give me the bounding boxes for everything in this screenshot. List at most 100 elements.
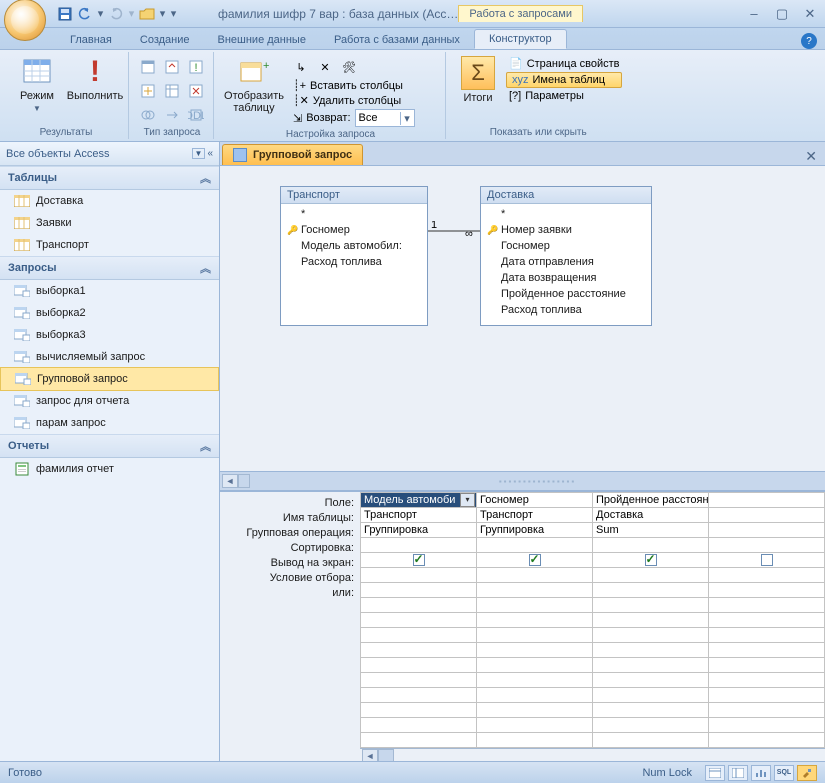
- collapse-pane-icon[interactable]: «: [207, 148, 213, 159]
- nav-item[interactable]: Доставка: [0, 190, 219, 212]
- grid-cell-empty[interactable]: [477, 598, 593, 613]
- grid-cell-totals[interactable]: Группировка: [361, 523, 477, 538]
- table-field[interactable]: Госномер: [487, 239, 645, 255]
- table-field[interactable]: 🔑Госномер: [287, 223, 421, 239]
- nav-item[interactable]: фамилия отчет: [0, 458, 219, 480]
- grid-cell-empty[interactable]: [361, 628, 477, 643]
- nav-section-header[interactable]: Запросы︽: [0, 256, 219, 280]
- scrollbar-thumb[interactable]: [238, 474, 250, 488]
- grid-table[interactable]: Модель автомобиГосномерПройденное рассто…: [360, 492, 825, 748]
- builder-icon[interactable]: 🛠: [338, 56, 360, 78]
- grid-cell-sort[interactable]: [709, 538, 825, 553]
- grid-cell-totals[interactable]: Sum: [593, 523, 709, 538]
- grid-cell-totals[interactable]: [709, 523, 825, 538]
- totals-button[interactable]: Σ Итоги: [454, 54, 502, 104]
- show-table-button[interactable]: + Отобразить таблицу: [222, 54, 286, 114]
- grid-cell-empty[interactable]: [709, 688, 825, 703]
- append-query-icon[interactable]: !: [185, 56, 207, 78]
- grid-cell-empty[interactable]: [593, 673, 709, 688]
- grid-cell-criteria[interactable]: [477, 568, 593, 583]
- redo-icon[interactable]: [107, 5, 125, 23]
- grid-cell-empty[interactable]: [593, 628, 709, 643]
- grid-cell-empty[interactable]: [477, 673, 593, 688]
- make-table-query-icon[interactable]: [161, 56, 183, 78]
- grid-cell-show[interactable]: [709, 553, 825, 568]
- table-transport[interactable]: Транспорт *🔑ГосномерМодель автомобил:Рас…: [280, 186, 428, 326]
- select-query-icon[interactable]: [137, 56, 159, 78]
- table-field[interactable]: Расход топлива: [287, 255, 421, 271]
- nav-item[interactable]: выборка1: [0, 280, 219, 302]
- grid-cell-totals[interactable]: Группировка: [477, 523, 593, 538]
- grid-cell-empty[interactable]: [361, 658, 477, 673]
- grid-cell-show[interactable]: [593, 553, 709, 568]
- grid-cell-empty[interactable]: [361, 688, 477, 703]
- show-checkbox[interactable]: [761, 554, 773, 566]
- grid-cell-empty[interactable]: [593, 598, 709, 613]
- grid-cell-empty[interactable]: [593, 658, 709, 673]
- help-button[interactable]: ?: [801, 33, 817, 49]
- tab-create[interactable]: Создание: [126, 31, 204, 49]
- grid-cell-empty[interactable]: [361, 703, 477, 718]
- chevron-down-icon[interactable]: ▾: [96, 5, 105, 23]
- chevron-down-icon[interactable]: ▾: [158, 5, 167, 23]
- parameters-button[interactable]: [?] Параметры: [506, 89, 622, 103]
- grid-cell-field[interactable]: Модель автомоби: [361, 493, 477, 508]
- grid-cell-empty[interactable]: [593, 688, 709, 703]
- table-field[interactable]: Модель автомобил:: [287, 239, 421, 255]
- grid-cell-empty[interactable]: [709, 718, 825, 733]
- grid-cell-empty[interactable]: [709, 703, 825, 718]
- grid-cell-empty[interactable]: [477, 643, 593, 658]
- grid-cell-criteria[interactable]: [709, 568, 825, 583]
- tab-home[interactable]: Главная: [56, 31, 126, 49]
- grid-cell-empty[interactable]: [593, 718, 709, 733]
- show-checkbox[interactable]: [529, 554, 541, 566]
- chevron-down-icon[interactable]: ▾: [127, 5, 136, 23]
- grid-cell-empty[interactable]: [593, 703, 709, 718]
- grid-cell-empty[interactable]: [593, 733, 709, 748]
- designer-splitter[interactable]: ◄ ▪▪▪▪▪▪▪▪▪▪▪▪▪▪▪▪: [220, 471, 825, 491]
- union-query-icon[interactable]: [137, 104, 159, 126]
- nav-header[interactable]: Все объекты Access ▼ «: [0, 142, 219, 166]
- grid-cell-empty[interactable]: [709, 628, 825, 643]
- grid-cell-empty[interactable]: [361, 733, 477, 748]
- table-field[interactable]: Дата отправления: [487, 255, 645, 271]
- grid-cell-empty[interactable]: [361, 598, 477, 613]
- return-value-combo[interactable]: ▾: [355, 109, 415, 127]
- insert-rows-icon[interactable]: ↳: [290, 56, 312, 78]
- tab-external-data[interactable]: Внешние данные: [204, 31, 320, 49]
- table-field[interactable]: 🔑Номер заявки: [487, 223, 645, 239]
- table-field[interactable]: *: [487, 207, 645, 223]
- grid-cell-criteria[interactable]: [361, 568, 477, 583]
- grid-cell-table[interactable]: Транспорт: [361, 508, 477, 523]
- nav-item[interactable]: выборка2: [0, 302, 219, 324]
- grid-cell-show[interactable]: [361, 553, 477, 568]
- grid-cell-empty[interactable]: [709, 658, 825, 673]
- query-designer-canvas[interactable]: Транспорт *🔑ГосномерМодель автомобил:Рас…: [220, 166, 825, 471]
- grid-cell-table[interactable]: Доставка: [593, 508, 709, 523]
- chevron-down-icon[interactable]: ▾: [400, 112, 414, 125]
- nav-section-header[interactable]: Таблицы︽: [0, 166, 219, 190]
- view-datasheet-button[interactable]: [705, 765, 725, 781]
- return-value-input[interactable]: [356, 110, 400, 126]
- passthrough-query-icon[interactable]: [161, 104, 183, 126]
- save-icon[interactable]: [56, 5, 74, 23]
- property-sheet-button[interactable]: 📄 Страница свойств: [506, 56, 622, 71]
- grid-cell-or[interactable]: [477, 583, 593, 598]
- grid-cell-empty[interactable]: [709, 598, 825, 613]
- close-document-button[interactable]: ✕: [797, 148, 825, 165]
- grid-cell-empty[interactable]: [477, 718, 593, 733]
- grid-cell-or[interactable]: [361, 583, 477, 598]
- show-checkbox[interactable]: [413, 554, 425, 566]
- table-field[interactable]: Пройденное расстояние: [487, 287, 645, 303]
- undo-icon[interactable]: [76, 5, 94, 23]
- tab-design[interactable]: Конструктор: [474, 29, 567, 49]
- delete-query-icon[interactable]: [185, 80, 207, 102]
- grid-cell-empty[interactable]: [361, 643, 477, 658]
- nav-item[interactable]: запрос для отчета: [0, 390, 219, 412]
- nav-item[interactable]: Заявки: [0, 212, 219, 234]
- grid-cell-empty[interactable]: [477, 703, 593, 718]
- table-delivery[interactable]: Доставка *🔑Номер заявкиГосномерДата отпр…: [480, 186, 652, 326]
- nav-item[interactable]: парам запрос: [0, 412, 219, 434]
- nav-item[interactable]: выборка3: [0, 324, 219, 346]
- crosstab-query-icon[interactable]: [161, 80, 183, 102]
